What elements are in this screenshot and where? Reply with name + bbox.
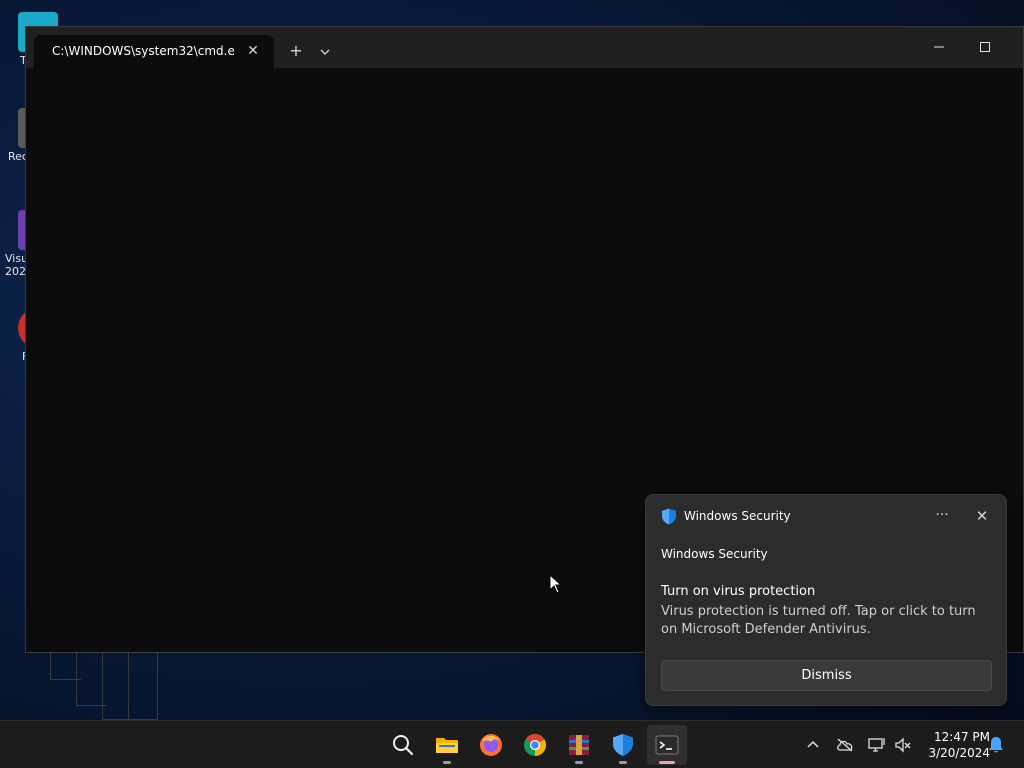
volume-muted-icon [895, 737, 911, 753]
onedrive-offline-icon [837, 738, 853, 752]
taskbar-terminal[interactable] [647, 725, 687, 765]
taskbar: 12:47 PM 3/20/2024 [0, 720, 1024, 768]
clock-date: 3/20/2024 [928, 746, 990, 760]
windows-security-notification[interactable]: Windows Security ··· ✕ Windows Security … [645, 494, 1007, 706]
notification-title: Turn on virus protection [661, 584, 816, 599]
shield-icon [613, 734, 633, 756]
dismiss-button[interactable]: Dismiss [661, 660, 992, 691]
running-indicator [575, 761, 583, 764]
network-button[interactable] [867, 735, 887, 755]
minimize-button[interactable] [916, 27, 962, 68]
plus-icon: + [289, 41, 303, 60]
active-indicator [659, 761, 675, 764]
folder-icon [436, 738, 458, 753]
terminal-titlebar[interactable]: C:\WINDOWS\system32\cmd.exe ✕ + [26, 27, 1023, 68]
minimize-icon [934, 46, 944, 48]
new-tab-button[interactable]: + [283, 39, 309, 65]
chevron-down-icon [320, 49, 330, 55]
terminal-icon [655, 735, 679, 755]
notifications-button[interactable] [986, 735, 1006, 755]
notification-body: Virus protection is turned off. Tap or c… [661, 604, 976, 637]
running-indicator [619, 761, 627, 764]
show-hidden-icons-button[interactable] [803, 735, 823, 755]
background-window-frame [128, 653, 158, 720]
chrome-icon [524, 734, 546, 756]
taskbar-firefox[interactable] [471, 725, 511, 765]
mouse-cursor-icon [549, 574, 563, 594]
close-icon[interactable]: ✕ [242, 40, 264, 62]
taskbar-winrar[interactable] [559, 725, 599, 765]
search-icon [393, 735, 414, 756]
taskbar-search-button[interactable] [383, 725, 423, 765]
firefox-icon [480, 734, 502, 756]
winrar-icon [569, 735, 589, 755]
taskbar-chrome[interactable] [515, 725, 555, 765]
windows-security-shield-icon [662, 508, 676, 525]
chevron-up-icon [807, 740, 819, 748]
clock-time: 12:47 PM [934, 730, 990, 744]
system-clock[interactable]: 12:47 PM 3/20/2024 [918, 729, 990, 761]
onedrive-button[interactable] [835, 735, 855, 755]
notification-close-button[interactable]: ✕ [970, 505, 994, 527]
tab-cmd[interactable]: C:\WINDOWS\system32\cmd.exe ✕ [34, 35, 274, 68]
network-icon [868, 738, 885, 752]
volume-button[interactable] [893, 735, 913, 755]
tab-title: C:\WINDOWS\system32\cmd.exe [52, 44, 234, 58]
notification-app-name: Windows Security [684, 509, 791, 523]
taskbar-file-explorer[interactable] [427, 725, 467, 765]
maximize-button[interactable] [962, 27, 1008, 68]
running-indicator [443, 761, 451, 764]
bell-icon [989, 737, 1003, 753]
more-options-button[interactable]: ··· [930, 505, 954, 527]
notification-source: Windows Security [661, 547, 768, 561]
maximize-icon [980, 42, 990, 52]
taskbar-windows-security[interactable] [603, 725, 643, 765]
tab-dropdown-button[interactable] [312, 39, 338, 65]
